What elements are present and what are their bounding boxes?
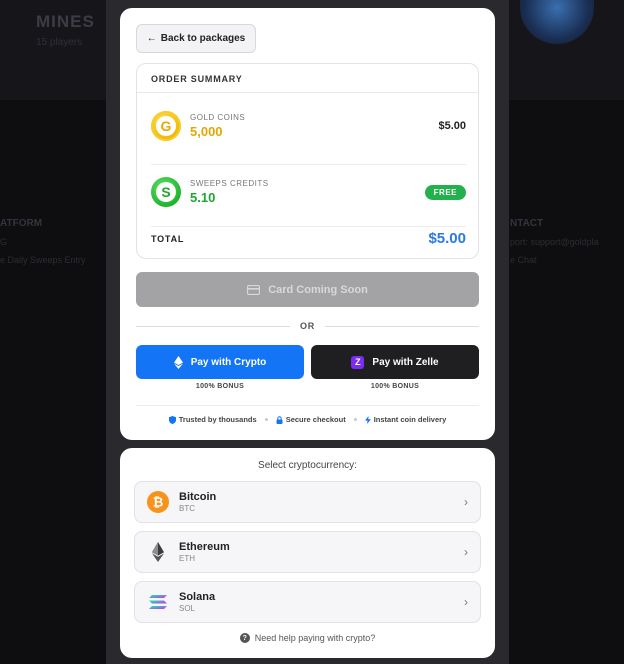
background-game-subtitle: 15 players xyxy=(36,37,83,48)
bitcoin-icon: ₿ xyxy=(147,491,169,513)
divider xyxy=(151,164,466,165)
order-summary-heading: ORDER SUMMARY xyxy=(137,64,478,93)
arrow-left-icon: ← xyxy=(146,33,157,44)
crypto-option-solana[interactable]: Solana SOL › xyxy=(134,581,481,623)
back-button-label: Back to packages xyxy=(160,33,246,44)
chevron-right-icon: › xyxy=(464,595,468,609)
card-payment-button[interactable]: Card Coming Soon xyxy=(136,272,479,307)
question-icon: ? xyxy=(239,633,250,643)
footer-heading: NTACT xyxy=(510,218,544,229)
crypto-select-card: Select cryptocurrency: ₿ Bitcoin BTC › E… xyxy=(120,448,495,658)
background-footer-col-right: NTACT port: support@goldpla e Chat xyxy=(510,215,624,269)
crypto-symbol: ETH xyxy=(179,554,195,563)
shield-icon xyxy=(168,415,176,424)
footer-link: e Daily Sweeps Entry xyxy=(0,255,86,265)
trust-item: Secure checkout xyxy=(276,415,346,424)
gold-coins-label: GOLD COINS xyxy=(190,113,246,122)
chevron-right-icon: › xyxy=(464,495,468,509)
sweeps-coin-icon: S xyxy=(151,177,181,207)
free-badge: FREE xyxy=(424,184,466,200)
crypto-symbol: SOL xyxy=(179,604,196,613)
crypto-name: Solana xyxy=(179,591,216,603)
chevron-right-icon: › xyxy=(464,545,468,559)
gold-coins-price: $5.00 xyxy=(438,120,466,132)
order-total: TOTAL $5.00 xyxy=(151,230,466,247)
gold-coin-icon: G xyxy=(151,111,181,141)
background-game-title: MINES xyxy=(36,12,95,31)
pay-crypto-label: Pay with Crypto xyxy=(190,356,267,368)
crypto-option-ethereum[interactable]: Ethereum ETH › xyxy=(134,531,481,573)
pay-zelle-label: Pay with Zelle xyxy=(372,356,439,368)
crypto-name: Bitcoin xyxy=(179,491,217,503)
sweeps-credits-amount: 5.10 xyxy=(190,190,216,205)
help-label: Need help paying with crypto? xyxy=(254,633,376,643)
zelle-icon: Z xyxy=(351,355,365,369)
solana-icon xyxy=(149,595,167,609)
lightning-icon xyxy=(364,415,371,424)
ethereum-icon xyxy=(173,355,183,369)
divider xyxy=(151,226,466,227)
pay-with-crypto-button[interactable]: Pay with Crypto xyxy=(136,345,304,379)
pay-with-zelle-button[interactable]: Z Pay with Zelle xyxy=(311,345,479,379)
crypto-symbol: BTC xyxy=(179,504,195,513)
crypto-name: Ethereum xyxy=(179,541,230,553)
or-divider: OR xyxy=(136,319,480,333)
lock-icon xyxy=(276,415,283,424)
footer-link: port: support@goldpla xyxy=(510,237,599,247)
card-button-label: Card Coming Soon xyxy=(268,283,368,296)
footer-link: G xyxy=(0,237,8,247)
total-value: $5.00 xyxy=(428,230,466,247)
order-summary: ORDER SUMMARY G GOLD COINS 5,000 $5.00 S… xyxy=(136,63,479,259)
order-line-gold-coins: G GOLD COINS 5,000 $5.00 xyxy=(151,104,466,148)
ethereum-icon xyxy=(152,542,164,562)
zelle-bonus-label: 100% BONUS xyxy=(370,383,420,390)
footer-link: e Chat xyxy=(510,255,537,265)
credit-card-icon xyxy=(247,284,261,295)
svg-text:₿: ₿ xyxy=(153,496,164,511)
total-label: TOTAL xyxy=(151,233,185,244)
checkout-card: ← Back to packages ORDER SUMMARY G GOLD … xyxy=(120,8,495,440)
trust-item: Instant coin delivery xyxy=(364,415,446,424)
gold-coins-amount: 5,000 xyxy=(190,124,223,139)
back-to-packages-button[interactable]: ← Back to packages xyxy=(136,24,256,53)
select-crypto-title: Select cryptocurrency: xyxy=(258,460,357,471)
sweeps-credits-label: SWEEPS CREDITS xyxy=(190,179,269,188)
order-line-sweeps-credits: S SWEEPS CREDITS 5.10 FREE xyxy=(151,170,466,214)
crypto-help-link[interactable]: ? Need help paying with crypto? xyxy=(120,633,495,643)
divider xyxy=(136,405,479,406)
or-label: OR xyxy=(299,321,316,331)
crypto-option-bitcoin[interactable]: ₿ Bitcoin BTC › xyxy=(134,481,481,523)
footer-heading: ATFORM xyxy=(0,218,43,229)
background-footer-col-left: ATFORM G e Daily Sweeps Entry xyxy=(0,215,86,269)
crypto-bonus-label: 100% BONUS xyxy=(195,383,245,390)
trust-badges: Trusted by thousands Secure checkout Ins… xyxy=(136,415,479,424)
trust-item: Trusted by thousands xyxy=(168,415,257,424)
